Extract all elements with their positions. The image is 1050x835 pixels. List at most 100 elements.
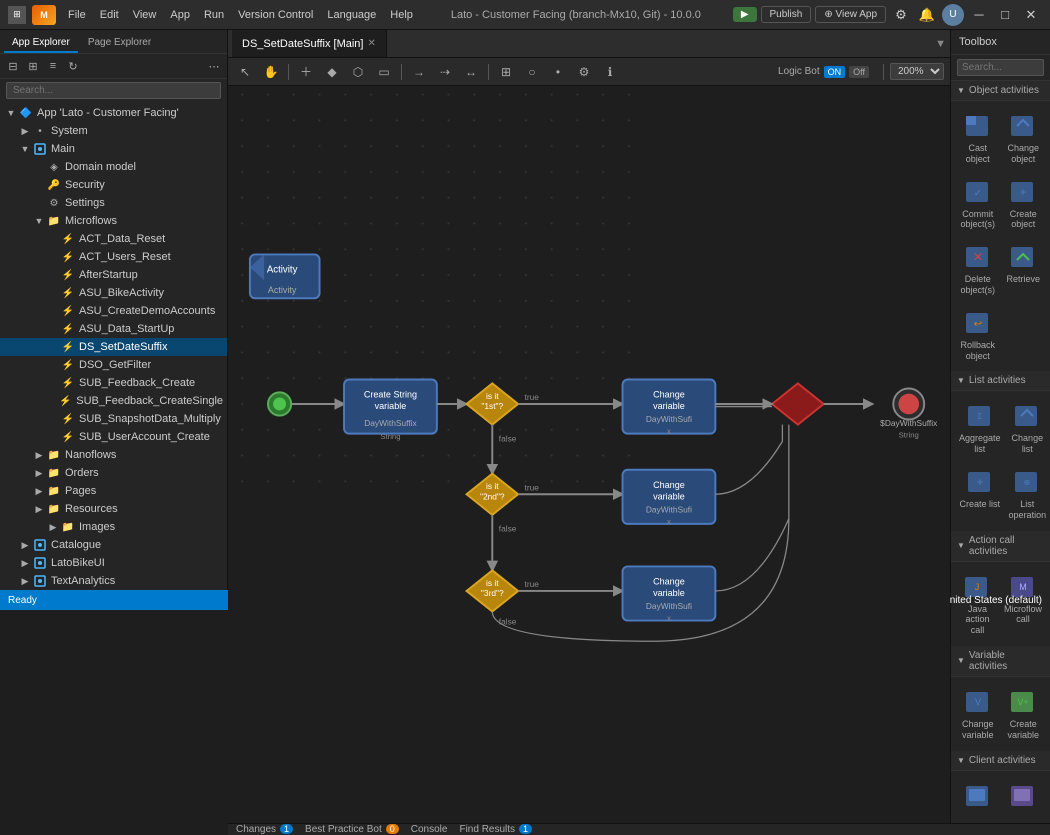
tree-arrow[interactable]: ▼: [4, 108, 18, 118]
gear-tool[interactable]: ⚙: [573, 61, 595, 83]
tab-app-explorer[interactable]: App Explorer: [4, 34, 78, 53]
tree-arrow[interactable]: ▶: [32, 468, 46, 479]
tree-item-sub_feedback_create[interactable]: ⚡SUB_Feedback_Create: [0, 374, 227, 392]
tree-item-settings[interactable]: ⚙Settings: [0, 194, 227, 212]
section-client-header[interactable]: ▼ Client activities: [951, 751, 1050, 771]
tree-item-sub_snapshotdata_multiply[interactable]: ⚡SUB_SnapshotData_Multiply: [0, 410, 227, 428]
run-button[interactable]: ▶: [733, 7, 757, 22]
tree-arrow[interactable]: ▼: [32, 216, 46, 226]
logic-bot-on[interactable]: ON: [824, 66, 846, 78]
menu-version-control[interactable]: Version Control: [232, 7, 319, 23]
tree-item-ds_setdatesuffix[interactable]: ⚡DS_SetDateSuffix: [0, 338, 227, 356]
toolbox-rollback-object[interactable]: ↩ Rollback object: [957, 304, 999, 366]
sync-button[interactable]: ↻: [64, 57, 82, 75]
menu-view[interactable]: View: [127, 7, 163, 23]
logic-bot-off[interactable]: Off: [849, 66, 869, 78]
cursor-tool[interactable]: ↖: [234, 61, 256, 83]
hand-tool[interactable]: ✋: [260, 61, 282, 83]
toolbox-change-list[interactable]: Change list: [1007, 397, 1049, 459]
menu-edit[interactable]: Edit: [94, 7, 125, 23]
tree-item-system[interactable]: ▶•System: [0, 122, 227, 140]
canvas-tab-active[interactable]: DS_SetDateSuffix [Main] ✕: [232, 30, 387, 57]
tree-arrow[interactable]: ▶: [32, 486, 46, 497]
tree-arrow[interactable]: ▼: [18, 144, 32, 154]
close-button[interactable]: ✕: [1020, 4, 1042, 26]
filter-button[interactable]: ≡: [44, 57, 62, 75]
toolbox-create-variable[interactable]: V+ Create variable: [1003, 683, 1045, 745]
tab-console[interactable]: Console: [411, 824, 448, 835]
toolbox-client-act-2[interactable]: [1003, 777, 1045, 817]
dot-tool[interactable]: •: [547, 61, 569, 83]
tree-item-act_data_reset[interactable]: ⚡ACT_Data_Reset: [0, 230, 227, 248]
diamond-tool[interactable]: ◆: [321, 61, 343, 83]
tree-item-microflows[interactable]: ▼📁Microflows: [0, 212, 227, 230]
tree-item-asu_bikeactivity[interactable]: ⚡ASU_BikeActivity: [0, 284, 227, 302]
minimize-button[interactable]: ─: [968, 4, 990, 26]
tree-item-asu_data_startup[interactable]: ⚡ASU_Data_StartUp: [0, 320, 227, 338]
tree-item-security[interactable]: 🔑Security: [0, 176, 227, 194]
tree-arrow[interactable]: ▶: [18, 558, 32, 569]
link-tool[interactable]: ⇢: [434, 61, 456, 83]
canvas-tab-options[interactable]: ▼: [935, 38, 946, 50]
menu-file[interactable]: File: [62, 7, 92, 23]
user-avatar[interactable]: U: [942, 4, 964, 26]
menu-app[interactable]: App: [164, 7, 196, 23]
menu-language[interactable]: Language: [321, 7, 382, 23]
canvas-tab-close[interactable]: ✕: [367, 38, 375, 49]
search-input[interactable]: [6, 82, 221, 99]
tree-arrow[interactable]: ▶: [32, 450, 46, 461]
panel-options-button[interactable]: ⋯: [205, 57, 223, 75]
notification-icon[interactable]: 🔔: [916, 4, 938, 26]
tab-page-explorer[interactable]: Page Explorer: [80, 34, 159, 53]
section-list-activities-header[interactable]: ▼ List activities: [951, 371, 1050, 391]
tree-item-afterstartup[interactable]: ⚡AfterStartup: [0, 266, 227, 284]
zoom-select[interactable]: 200% 150% 100% 75% 50%: [890, 63, 944, 80]
toolbox-cast-object[interactable]: Cast object: [957, 107, 999, 169]
expand-all-button[interactable]: ⊞: [24, 57, 42, 75]
add-tool[interactable]: ＋: [295, 61, 317, 83]
tree-item-orders[interactable]: ▶📁Orders: [0, 464, 227, 482]
circle-tool[interactable]: ○: [521, 61, 543, 83]
toolbox-client-act-1[interactable]: [957, 777, 999, 817]
tree-arrow[interactable]: ▶: [18, 576, 32, 587]
toolbox-delete-objects[interactable]: ✕ Delete object(s): [957, 238, 999, 300]
settings-icon[interactable]: ⚙: [890, 4, 912, 26]
tree-item-nanoflows[interactable]: ▶📁Nanoflows: [0, 446, 227, 464]
tree-item-asu_createdemoaccounts[interactable]: ⚡ASU_CreateDemoAccounts: [0, 302, 227, 320]
menu-run[interactable]: Run: [198, 7, 230, 23]
toolbox-list-operation[interactable]: ⊕ List operation: [1007, 463, 1049, 525]
tree-item-images[interactable]: ▶📁Images: [0, 518, 227, 536]
tree-item-pages[interactable]: ▶📁Pages: [0, 482, 227, 500]
arrow-tool[interactable]: →: [408, 61, 430, 83]
tab-best-practice-bot[interactable]: Best Practice Bot 0: [305, 824, 399, 835]
tree-item-dso_getfilter[interactable]: ⚡DSO_GetFilter: [0, 356, 227, 374]
tree-arrow[interactable]: ▶: [46, 522, 60, 533]
toolbox-retrieve[interactable]: Retrieve: [1003, 238, 1045, 300]
tree-item-latobikeui[interactable]: ▶LatoBikeUI: [0, 554, 227, 572]
toolbox-create-list[interactable]: + Create list: [957, 463, 1003, 525]
rect-tool[interactable]: ▭: [373, 61, 395, 83]
tree-arrow[interactable]: ▶: [18, 126, 32, 137]
canvas-diagram[interactable]: Activity Activity Create String variable…: [228, 86, 950, 823]
link2-tool[interactable]: ↔: [460, 61, 482, 83]
toolbox-commit-objects[interactable]: ✓ Commit object(s): [957, 173, 999, 235]
toolbox-change-variable[interactable]: V Change variable: [957, 683, 999, 745]
toolbox-change-object[interactable]: Change object: [1003, 107, 1045, 169]
tree-item-sub_useraccount_create[interactable]: ⚡SUB_UserAccount_Create: [0, 428, 227, 446]
toolbox-search-input[interactable]: [957, 59, 1044, 76]
tree-item-catalogue[interactable]: ▶Catalogue: [0, 536, 227, 554]
tab-changes[interactable]: Changes 1: [236, 824, 293, 835]
tree-arrow[interactable]: ▶: [32, 504, 46, 515]
view-app-button[interactable]: ⊕ View App: [815, 6, 886, 23]
tree-arrow[interactable]: ▶: [18, 540, 32, 551]
tree-item-act_users_reset[interactable]: ⚡ACT_Users_Reset: [0, 248, 227, 266]
tree-item-app_'lato_-_customer_facing'[interactable]: ▼🔷App 'Lato - Customer Facing': [0, 104, 227, 122]
toolbox-create-object[interactable]: + Create object: [1003, 173, 1045, 235]
section-action-call-header[interactable]: ▼ Action call activities: [951, 531, 1050, 562]
info-tool[interactable]: ℹ: [599, 61, 621, 83]
tab-find-results[interactable]: Find Results 1: [459, 824, 532, 835]
collapse-all-button[interactable]: ⊟: [4, 57, 22, 75]
hexagon-tool[interactable]: ⬡: [347, 61, 369, 83]
tree-item-resources[interactable]: ▶📁Resources: [0, 500, 227, 518]
tree-item-sub_feedback_createsingle[interactable]: ⚡SUB_Feedback_CreateSingle: [0, 392, 227, 410]
